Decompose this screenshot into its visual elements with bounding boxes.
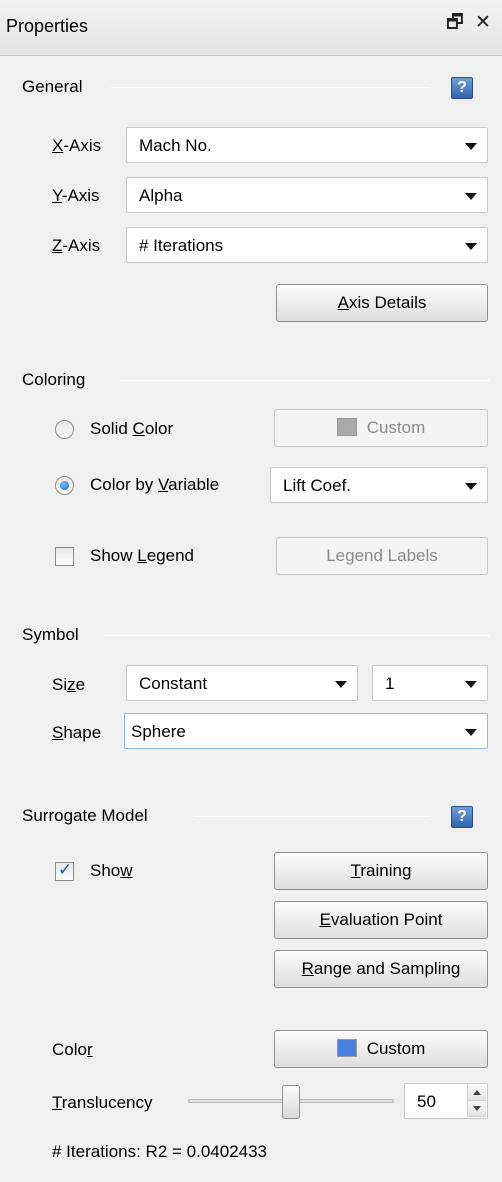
chevron-down-icon	[465, 143, 477, 150]
range-and-sampling-button[interactable]: Range and Sampling	[274, 950, 488, 988]
show-surrogate-checkbox[interactable]: ✓	[55, 860, 74, 881]
surrogate-color-label: Color	[52, 1040, 93, 1059]
shape-value: Sphere	[131, 722, 186, 741]
shape-label: Shape	[52, 723, 102, 742]
spin-up-icon[interactable]	[468, 1085, 486, 1101]
size-label: Size	[52, 675, 86, 694]
surrogate-divider	[195, 816, 429, 817]
y-axis-select[interactable]: Alpha	[126, 177, 488, 213]
chevron-down-icon	[465, 729, 477, 736]
solid-color-label: Solid Color	[90, 419, 174, 438]
show-legend-checkbox[interactable]	[55, 547, 74, 566]
symbol-section-label: Symbol	[22, 625, 79, 644]
color-variable-select[interactable]: Lift Coef.	[270, 467, 488, 503]
color-by-variable-label: Color by Variable	[90, 475, 220, 494]
translucency-slider-thumb[interactable]	[282, 1085, 300, 1119]
z-axis-value: # Iterations	[139, 236, 224, 255]
properties-panel: Properties 🗗 ✕ General ? X-Axis Mach No.…	[0, 0, 502, 1182]
chevron-down-icon	[465, 243, 477, 250]
translucency-value: 50	[417, 1092, 436, 1111]
general-divider	[111, 87, 429, 88]
checkmark-icon: ✓	[58, 860, 73, 879]
x-axis-select[interactable]: Mach No.	[126, 127, 488, 163]
chevron-down-icon	[465, 193, 477, 200]
legend-labels-button[interactable]: Legend Labels	[276, 537, 488, 575]
x-axis-label: X-Axis	[52, 136, 102, 155]
translucency-spinbox[interactable]: 50	[404, 1083, 488, 1119]
coloring-section-label: Coloring	[22, 370, 86, 389]
color-by-variable-radio[interactable]	[55, 476, 74, 495]
show-legend-label: Show Legend	[90, 546, 194, 565]
float-icon[interactable]: 🗗	[446, 13, 464, 32]
y-axis-label: Y-Axis	[52, 186, 100, 205]
coloring-divider	[119, 380, 490, 381]
close-icon[interactable]: ✕	[475, 13, 491, 32]
x-axis-value: Mach No.	[139, 136, 212, 155]
shape-select[interactable]: Sphere	[124, 713, 488, 749]
chevron-down-icon	[335, 681, 347, 688]
evaluation-point-button[interactable]: Evaluation Point	[274, 901, 488, 939]
z-axis-select[interactable]: # Iterations	[126, 227, 488, 263]
size-value: 1	[385, 674, 395, 693]
color-swatch	[336, 1039, 357, 1057]
translucency-label: Translucency	[52, 1093, 153, 1112]
general-section-label: General	[22, 77, 83, 96]
chevron-down-icon	[465, 681, 477, 688]
surrogate-help-icon[interactable]: ?	[451, 806, 473, 828]
surrogate-status-text: # Iterations: R2 = 0.0402433	[52, 1142, 268, 1161]
panel-title: Properties	[6, 16, 89, 36]
spin-down-icon[interactable]	[468, 1101, 486, 1117]
axis-details-button[interactable]: Axis Details	[276, 284, 488, 322]
spin-buttons[interactable]	[467, 1085, 486, 1117]
solid-color-radio[interactable]	[55, 420, 74, 439]
surrogate-custom-color-button[interactable]: Custom	[274, 1030, 488, 1068]
chevron-down-icon	[465, 483, 477, 490]
color-variable-value: Lift Coef.	[283, 476, 352, 495]
training-button[interactable]: Training	[274, 852, 488, 890]
general-help-icon[interactable]: ?	[451, 77, 473, 99]
z-axis-label: Z-Axis	[52, 236, 101, 255]
title-bar: Properties 🗗 ✕	[0, 0, 502, 56]
size-mode-value: Constant	[139, 674, 208, 693]
surrogate-section-label: Surrogate Model	[22, 806, 148, 825]
show-surrogate-label: Show	[90, 861, 133, 880]
size-value-select[interactable]: 1	[372, 665, 488, 701]
symbol-divider	[104, 635, 490, 636]
color-swatch	[336, 418, 357, 436]
y-axis-value: Alpha	[139, 186, 183, 205]
solid-custom-color-button[interactable]: Custom	[274, 409, 488, 447]
size-mode-select[interactable]: Constant	[126, 665, 358, 701]
